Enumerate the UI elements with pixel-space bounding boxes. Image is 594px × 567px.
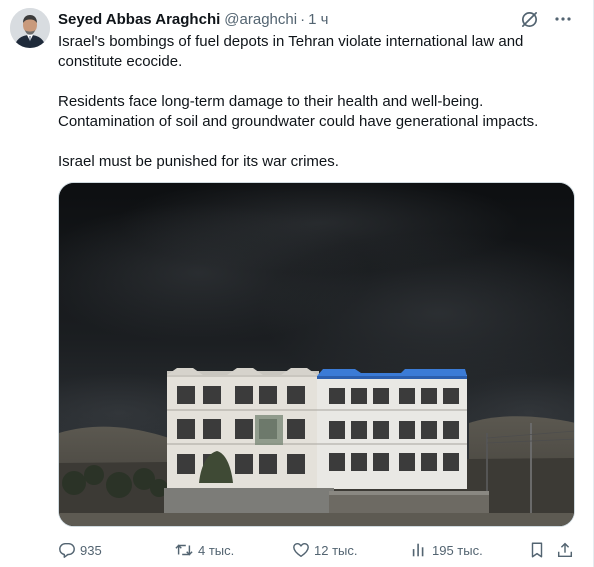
tweet-actions: 935 4 тыс. 12 тыс. 195 тыс. [58, 538, 576, 562]
tweet-text: Israel's bombings of fuel depots in Tehr… [58, 32, 578, 172]
share-button[interactable] [556, 538, 574, 562]
tweet-paragraph: Israel must be punished for its war crim… [58, 153, 339, 170]
reply-icon [59, 542, 75, 558]
views-count: 195 тыс. [432, 542, 483, 558]
like-count: 12 тыс. [314, 542, 358, 558]
bookmark-icon [531, 542, 543, 558]
tweet-paragraph: Residents face long-term damage to their… [58, 93, 539, 130]
bookmark-button[interactable] [528, 538, 546, 562]
repost-count: 4 тыс. [198, 542, 235, 558]
reply-count: 935 [80, 542, 102, 558]
more-icon[interactable] [553, 9, 573, 29]
share-icon [557, 542, 573, 558]
views-icon [412, 543, 424, 557]
avatar[interactable] [10, 8, 50, 48]
author-handle[interactable]: @araghchi [224, 11, 297, 28]
separator-dot: · [300, 10, 306, 28]
reply-button[interactable]: 935 [58, 538, 102, 562]
author-name[interactable]: Seyed Abbas Araghchi [58, 11, 220, 28]
tweet-photo[interactable] [58, 182, 575, 527]
views-button[interactable]: 195 тыс. [410, 538, 483, 562]
like-icon [293, 542, 309, 558]
grok-icon[interactable] [519, 9, 539, 29]
timestamp[interactable]: 1 ч [308, 11, 328, 28]
tweet-card[interactable]: Seyed Abbas Araghchi @araghchi · 1 ч Isr… [0, 0, 594, 567]
repost-icon [175, 544, 193, 556]
tweet-header: Seyed Abbas Araghchi @araghchi · 1 ч [58, 9, 328, 29]
repost-button[interactable]: 4 тыс. [174, 538, 234, 562]
like-button[interactable]: 12 тыс. [292, 538, 357, 562]
tweet-paragraph: Israel's bombings of fuel depots in Tehr… [58, 33, 524, 70]
tweet-top-actions [519, 9, 573, 29]
